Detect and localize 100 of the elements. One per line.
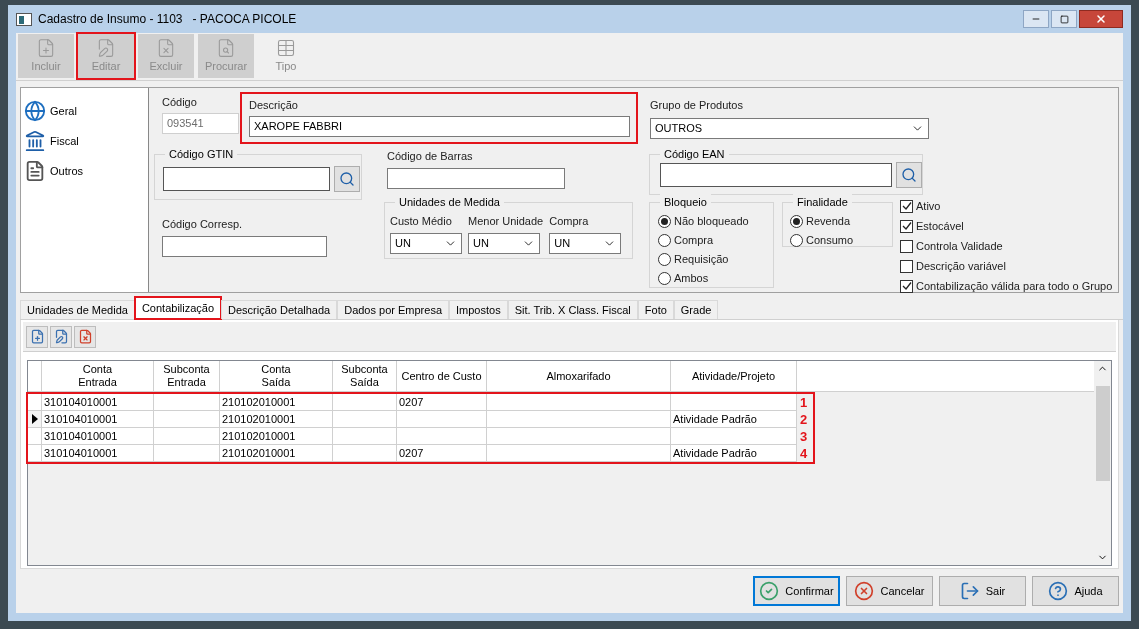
- checkbox-label: Estocável: [916, 218, 964, 234]
- column-header[interactable]: Subconta Saída: [333, 361, 397, 391]
- table-cell: Atividade Padrão: [671, 445, 797, 461]
- field-label: Compra: [549, 214, 590, 229]
- exit-icon: [959, 581, 980, 601]
- field-label: Código de Barras: [387, 148, 474, 164]
- table-cell: Atividade Padrão: [671, 411, 797, 427]
- product-group-dropdown[interactable]: OUTROS: [650, 117, 929, 139]
- table-cell: 0207: [397, 394, 487, 410]
- column-header[interactable]: Atividade/Projeto: [671, 361, 797, 391]
- column-header[interactable]: Almoxarifado: [487, 361, 671, 391]
- checkbox[interactable]: [900, 199, 913, 213]
- field-label: Código: [162, 95, 198, 110]
- row-number-annotation: 3: [799, 428, 809, 445]
- edit-document-icon: [53, 329, 69, 344]
- unit-dropdown[interactable]: UN: [549, 232, 622, 254]
- radio-button[interactable]: [658, 214, 671, 228]
- cancel-icon: [854, 581, 875, 601]
- field-label: Código Corresp.: [162, 216, 244, 232]
- checkbox[interactable]: [900, 259, 913, 273]
- dialog-button[interactable]: Confirmar: [753, 576, 840, 606]
- radio-label: Consumo: [806, 232, 854, 248]
- maximize-button[interactable]: [1051, 10, 1077, 28]
- field-label: Grupo de Produtos: [650, 98, 744, 113]
- radio-button[interactable]: [658, 271, 671, 285]
- tab[interactable]: Grade: [673, 300, 719, 319]
- table-cell: 0207: [397, 445, 487, 461]
- radio-label: Compra: [674, 232, 714, 248]
- table-cell: 210102010001: [220, 411, 333, 427]
- checkbox-label: Ativo: [916, 198, 941, 214]
- add-row-button[interactable]: [26, 325, 48, 348]
- row-number-annotation: 4: [799, 445, 809, 462]
- column-header[interactable]: Subconta Entrada: [154, 361, 220, 391]
- table-cell: 210102010001: [220, 428, 333, 444]
- unit-dropdown[interactable]: UN: [390, 232, 462, 254]
- maximize-icon: [1059, 14, 1069, 24]
- table-cell: 310104010001: [42, 394, 154, 410]
- dialog-button[interactable]: Ajuda: [1032, 576, 1119, 606]
- radio-label: Revenda: [806, 213, 851, 229]
- row-header[interactable]: [28, 411, 42, 427]
- delete-document-icon: [77, 329, 93, 344]
- tab[interactable]: Descrição Detalhada: [221, 300, 338, 319]
- search-icon: [339, 170, 355, 187]
- table-cell: 310104010001: [42, 411, 154, 427]
- tab[interactable]: Foto: [637, 300, 674, 319]
- radio-button[interactable]: [658, 233, 671, 247]
- search-button[interactable]: [896, 162, 922, 188]
- row-number-annotation: 1: [799, 394, 809, 411]
- corresp-field[interactable]: [162, 236, 327, 257]
- tab[interactable]: Unidades de Medida: [20, 300, 135, 319]
- tab[interactable]: Dados por Empresa: [337, 300, 449, 319]
- close-icon: [1095, 13, 1107, 25]
- field-label: Custo Médio: [390, 214, 453, 229]
- group-title: Bloqueio: [660, 193, 711, 210]
- gtin-field[interactable]: [163, 166, 330, 191]
- close-button[interactable]: [1079, 10, 1123, 28]
- radio-button[interactable]: [658, 252, 671, 266]
- bank-icon: [24, 130, 46, 152]
- window-title: Cadastro de Insumo - 1103 - PACOCA PICOLE: [38, 11, 297, 28]
- field-label: Menor Unidade: [468, 214, 544, 229]
- table-cell: 210102010001: [220, 445, 333, 461]
- nav-item[interactable]: Geral: [50, 102, 77, 120]
- add-document-icon: [29, 329, 45, 344]
- field-label: Descrição: [249, 98, 299, 113]
- checkbox[interactable]: [900, 219, 913, 233]
- globe-icon: [24, 100, 46, 122]
- checkbox-label: Contabilização válida para todo o Grupo: [916, 278, 1113, 294]
- edit-row-button[interactable]: [50, 325, 72, 348]
- radio-button[interactable]: [790, 233, 803, 247]
- ean-field[interactable]: [660, 163, 892, 187]
- search-icon: [901, 167, 917, 183]
- tab[interactable]: Contabilização: [134, 297, 222, 319]
- delete-row-button[interactable]: [74, 325, 96, 348]
- description-field[interactable]: XAROPE FABBRI: [249, 115, 630, 137]
- nav-item[interactable]: Outros: [50, 162, 83, 180]
- radio-button[interactable]: [790, 214, 803, 228]
- table-cell: 210102010001: [220, 394, 333, 410]
- checkbox[interactable]: [900, 239, 913, 253]
- checkbox[interactable]: [900, 279, 913, 293]
- dialog-button[interactable]: Sair: [939, 576, 1026, 606]
- table-cell: 310104010001: [42, 445, 154, 461]
- tab[interactable]: Sit. Trib. X Class. Fiscal: [507, 300, 638, 319]
- nav-item[interactable]: Fiscal: [50, 132, 79, 150]
- row-number-annotation: 2: [799, 411, 809, 428]
- radio-label: Requisição: [674, 251, 729, 267]
- dialog-button[interactable]: Cancelar: [846, 576, 933, 606]
- radio-label: Não bloqueado: [674, 213, 749, 229]
- table-cell: 310104010001: [42, 428, 154, 444]
- checkbox-label: Descrição variável: [916, 258, 1006, 274]
- minimize-button[interactable]: [1023, 10, 1049, 28]
- tab[interactable]: Impostos: [449, 300, 508, 319]
- column-header[interactable]: Conta Saída: [220, 361, 333, 391]
- help-icon: [1048, 581, 1069, 601]
- column-header[interactable]: Centro de Custo: [397, 361, 487, 391]
- unit-dropdown[interactable]: UN: [468, 232, 540, 254]
- check-icon: [759, 581, 780, 601]
- checkbox-label: Controla Validade: [916, 238, 1003, 254]
- barcode-field[interactable]: [387, 168, 565, 189]
- column-header[interactable]: Conta Entrada: [42, 361, 154, 391]
- search-button[interactable]: [334, 165, 360, 192]
